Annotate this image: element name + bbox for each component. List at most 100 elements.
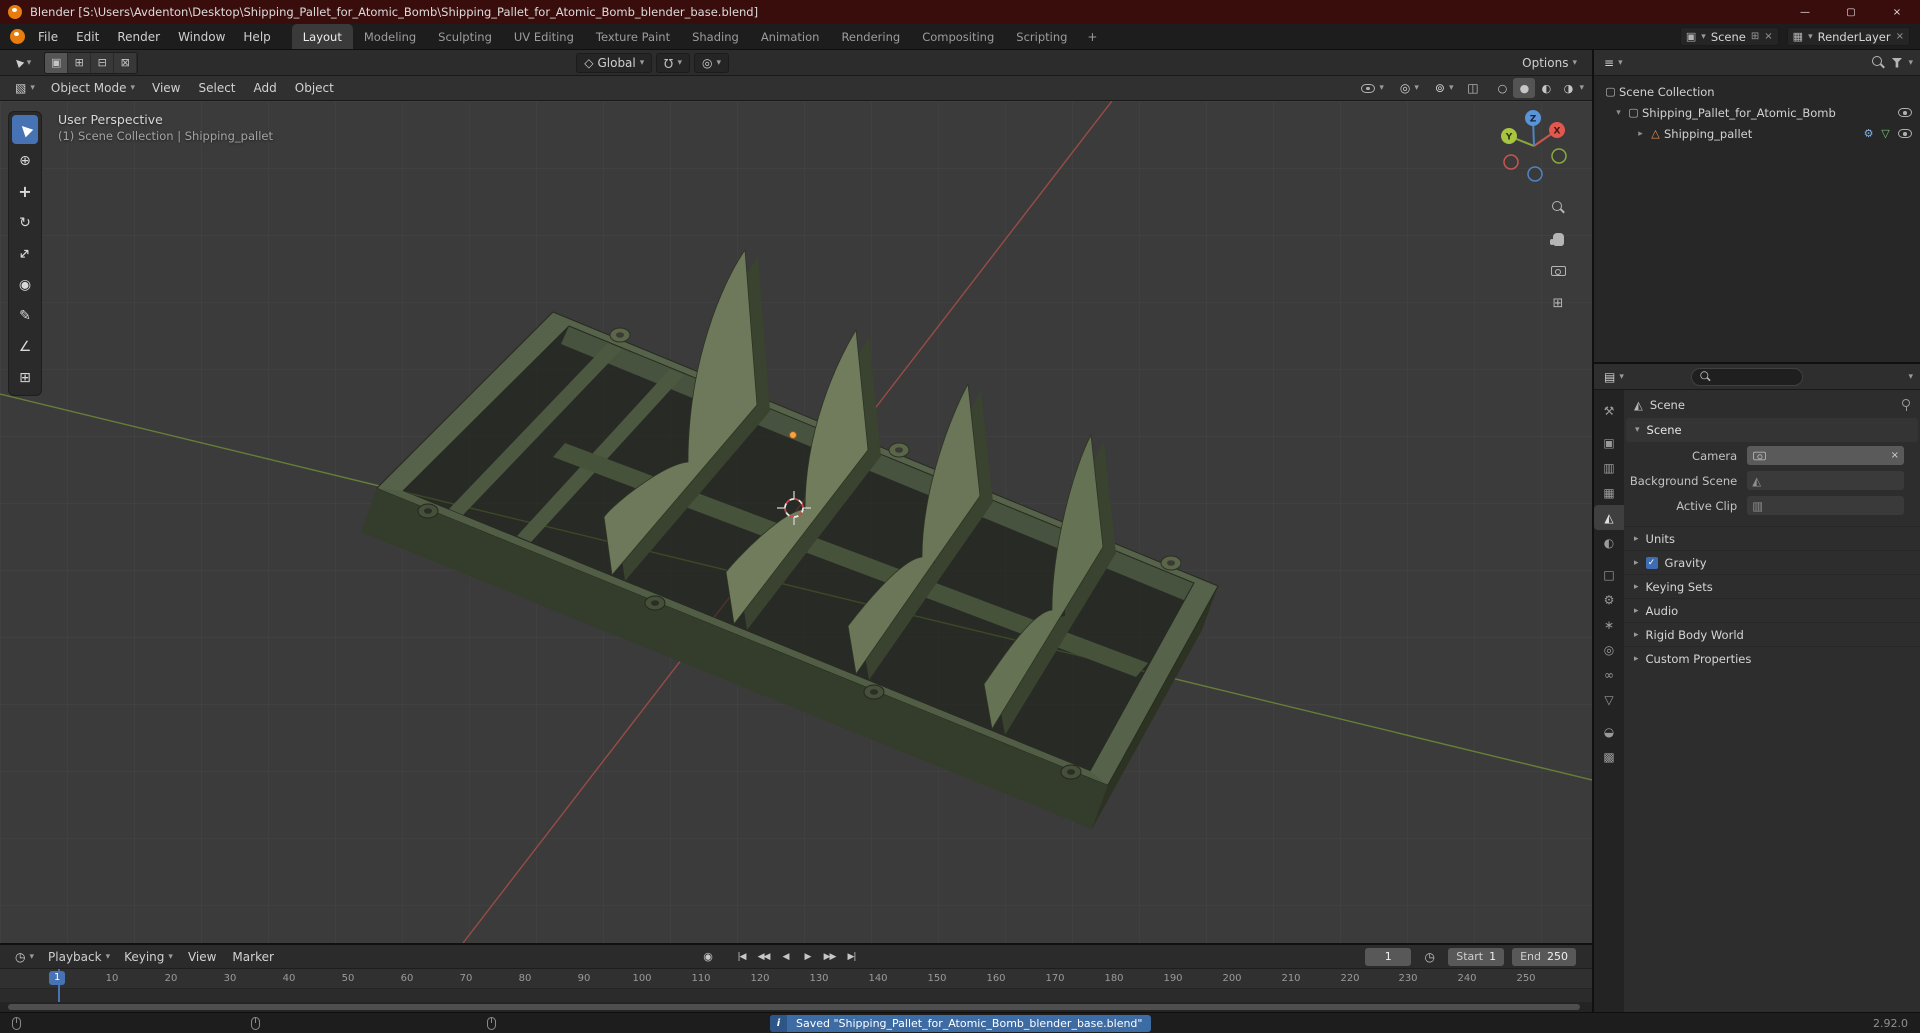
eye-icon[interactable] bbox=[1898, 108, 1912, 117]
select-mode-extend[interactable]: ⊞ bbox=[68, 52, 92, 73]
play-reverse-button[interactable]: ◀ bbox=[776, 948, 795, 966]
disclosure-triangle-icon[interactable]: ▸ bbox=[1634, 129, 1647, 139]
camera-view-button[interactable] bbox=[1548, 261, 1568, 281]
menu-render[interactable]: Render bbox=[108, 27, 169, 47]
view-layer-name[interactable]: RenderLayer bbox=[1818, 30, 1891, 44]
prop-tab-modifiers[interactable]: ⚙ bbox=[1594, 587, 1624, 612]
search-icon[interactable] bbox=[1872, 56, 1885, 69]
chevron-down-icon[interactable]: ▾ bbox=[716, 58, 721, 68]
blender-menu-icon[interactable] bbox=[10, 29, 25, 44]
gizmos-dropdown[interactable]: ◎ ▾ bbox=[1393, 78, 1426, 98]
gizmo-y-negative[interactable] bbox=[1551, 148, 1567, 164]
pan-view-button[interactable] bbox=[1548, 229, 1568, 249]
maximize-button[interactable]: ▢ bbox=[1828, 0, 1874, 24]
shading-wireframe-button[interactable]: ○ bbox=[1491, 78, 1513, 98]
gravity-checkbox[interactable]: ✓ bbox=[1645, 556, 1658, 569]
tool-move[interactable]: + bbox=[12, 177, 38, 206]
timeline-view-menu[interactable]: View bbox=[180, 947, 224, 967]
zoom-button[interactable] bbox=[1548, 197, 1568, 217]
frame-end-field[interactable]: End 250 bbox=[1512, 947, 1576, 966]
view-layer-selector[interactable]: ▦ ▾ RenderLayer × bbox=[1786, 27, 1910, 46]
workspace-tab-uv-editing[interactable]: UV Editing bbox=[503, 24, 585, 49]
panel-custom-properties[interactable]: ▸ Custom Properties bbox=[1624, 646, 1920, 670]
previous-keyframe-button[interactable]: ◀◀ bbox=[754, 948, 773, 966]
background-scene-field[interactable]: ◭ bbox=[1747, 471, 1904, 490]
timeline-scrollbar[interactable] bbox=[0, 1002, 1592, 1012]
prop-tab-particles[interactable]: ∗ bbox=[1594, 612, 1624, 637]
outliner-editor-type-button[interactable]: ≡ ▾ bbox=[1601, 53, 1626, 73]
mesh-data-icon[interactable]: ▽ bbox=[1877, 127, 1894, 140]
jump-to-end-button[interactable]: ▶| bbox=[842, 948, 861, 966]
select-mode-subtract[interactable]: ⊟ bbox=[91, 52, 115, 73]
timeline-editor-type-button[interactable]: ◷ ▾ bbox=[8, 947, 41, 967]
tool-add-cube[interactable]: ⊞ bbox=[12, 363, 38, 392]
menu-file[interactable]: File bbox=[29, 27, 67, 47]
proportional-editing-toggle[interactable]: ◎ ▾ bbox=[693, 52, 729, 73]
unlink-scene-button[interactable]: × bbox=[1764, 31, 1772, 42]
timeline-ruler[interactable]: 10 20 30 40 50 60 70 80 90 100 110 120 1… bbox=[0, 969, 1592, 989]
menu-window[interactable]: Window bbox=[169, 27, 234, 47]
tool-scale[interactable]: ↔ bbox=[12, 239, 38, 268]
transform-orientation-dropdown[interactable]: ◇ Global ▾ bbox=[576, 52, 653, 73]
tool-cursor[interactable]: ⊕ bbox=[12, 146, 38, 175]
timeline-marker-menu[interactable]: Marker bbox=[224, 947, 281, 967]
minimize-button[interactable]: — bbox=[1782, 0, 1828, 24]
playhead-frame-badge[interactable]: 1 bbox=[49, 971, 66, 985]
camera-field[interactable]: × bbox=[1747, 446, 1904, 465]
viewport-menu-view[interactable]: View bbox=[144, 78, 188, 98]
frame-start-field[interactable]: Start 1 bbox=[1448, 947, 1505, 966]
tool-rotate[interactable]: ↻ bbox=[12, 208, 38, 237]
tool-select-box[interactable]: ▶ bbox=[12, 115, 38, 144]
modifier-wrench-icon[interactable]: ⚙ bbox=[1860, 127, 1877, 140]
clear-icon[interactable]: × bbox=[1891, 450, 1899, 461]
select-mode-new[interactable]: ▣ bbox=[45, 52, 69, 73]
workspace-tab-texture-paint[interactable]: Texture Paint bbox=[585, 24, 681, 49]
pin-icon[interactable] bbox=[1902, 398, 1910, 411]
mode-dropdown[interactable]: Object Mode ▾ bbox=[44, 78, 142, 98]
snap-toggle[interactable]: Ω ▾ bbox=[656, 52, 690, 73]
prop-tab-object-data[interactable]: ▽ bbox=[1594, 687, 1624, 712]
outliner-row-scene-collection[interactable]: ▢ Scene Collection bbox=[1594, 81, 1920, 102]
object-visibility-dropdown[interactable]: ▾ bbox=[1354, 78, 1391, 98]
chevron-down-icon[interactable]: ▾ bbox=[1808, 32, 1813, 42]
prop-tab-render[interactable]: ▣ bbox=[1594, 430, 1624, 455]
properties-editor-type-button[interactable]: ▤ ▾ bbox=[1601, 367, 1627, 387]
menu-help[interactable]: Help bbox=[234, 27, 279, 47]
outliner-row-object[interactable]: ▸ △ Shipping_pallet ⚙ ▽ bbox=[1594, 123, 1920, 144]
outliner-label[interactable]: Scene Collection bbox=[1619, 85, 1715, 99]
panel-audio[interactable]: ▸ Audio bbox=[1624, 598, 1920, 622]
prop-tab-material[interactable]: ◒ bbox=[1594, 719, 1624, 744]
navigation-gizmo[interactable]: X Y Z bbox=[1494, 105, 1574, 188]
tool-measure[interactable]: ∠ bbox=[12, 332, 38, 361]
select-mode-intersect[interactable]: ⊠ bbox=[114, 52, 138, 73]
keying-menu[interactable]: Keying ▾ bbox=[117, 947, 180, 967]
scrollbar-thumb[interactable] bbox=[8, 1004, 1580, 1010]
editor-type-button[interactable]: ▧ ▾ bbox=[8, 78, 42, 98]
toggle-ortho-button[interactable]: ⊞ bbox=[1548, 293, 1568, 313]
viewport-menu-select[interactable]: Select bbox=[190, 78, 243, 98]
next-keyframe-button[interactable]: ▶▶ bbox=[820, 948, 839, 966]
close-button[interactable]: × bbox=[1874, 0, 1920, 24]
outliner-row-collection[interactable]: ▾ ▢ Shipping_Pallet_for_Atomic_Bomb bbox=[1594, 102, 1920, 123]
gizmo-z-negative[interactable] bbox=[1527, 166, 1543, 182]
viewport-menu-add[interactable]: Add bbox=[246, 78, 285, 98]
gizmo-x-negative[interactable] bbox=[1503, 154, 1519, 170]
options-dropdown[interactable]: Options ▾ bbox=[1515, 53, 1584, 73]
prop-tab-tool[interactable]: ⚒ bbox=[1594, 398, 1624, 423]
chevron-down-icon[interactable]: ▾ bbox=[677, 58, 682, 68]
panel-rigid-body-world[interactable]: ▸ Rigid Body World bbox=[1624, 622, 1920, 646]
prop-tab-constraints[interactable]: ∞ bbox=[1594, 662, 1624, 687]
active-clip-field[interactable]: ▥ bbox=[1747, 496, 1904, 515]
auto-keying-record-button[interactable]: ◉ bbox=[698, 948, 717, 966]
prop-tab-world[interactable]: ◐ bbox=[1594, 530, 1624, 555]
workspace-tab-modeling[interactable]: Modeling bbox=[353, 24, 427, 49]
prop-tab-texture[interactable]: ▩ bbox=[1594, 744, 1624, 769]
eye-icon[interactable] bbox=[1898, 129, 1912, 138]
viewport-3d[interactable]: User Perspective (1) Scene Collection | … bbox=[0, 101, 1592, 943]
overlays-dropdown[interactable]: ⊚ ▾ bbox=[1428, 78, 1461, 98]
prop-tab-output[interactable]: ▥ bbox=[1594, 455, 1624, 480]
panel-units[interactable]: ▸ Units bbox=[1624, 526, 1920, 550]
prop-tab-physics[interactable]: ◎ bbox=[1594, 637, 1624, 662]
active-tool-button[interactable]: ▶ ▾ bbox=[8, 53, 38, 73]
play-button[interactable]: ▶ bbox=[798, 948, 817, 966]
